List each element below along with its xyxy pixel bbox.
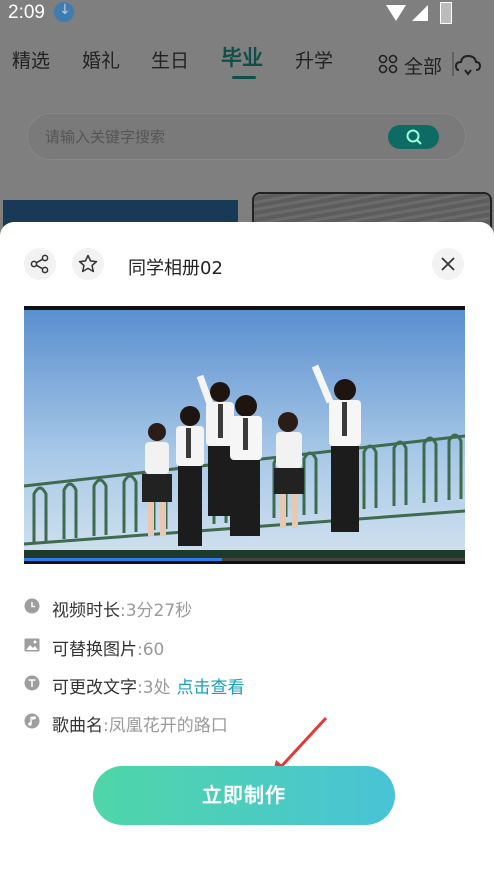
make-now-button[interactable]: 立即制作 bbox=[93, 766, 395, 825]
clock-icon bbox=[24, 598, 40, 614]
close-icon bbox=[441, 257, 455, 271]
template-detail-sheet: 同学相册02 视频时长:3分27秒 可替换图片:60 可更改文字:3处 点击查看… bbox=[0, 222, 494, 877]
photos-value: :60 bbox=[137, 640, 165, 660]
tab-graduation[interactable]: 毕业 bbox=[221, 42, 263, 72]
view-text-link[interactable]: 点击查看 bbox=[177, 678, 245, 698]
sheet-title: 同学相册02 bbox=[128, 258, 223, 279]
signal-icon bbox=[412, 5, 428, 21]
download-icon bbox=[54, 2, 74, 22]
search-bar[interactable]: 请输入关键字搜索 bbox=[27, 113, 466, 160]
all-categories-button[interactable]: 全部 bbox=[378, 50, 488, 78]
music-icon bbox=[24, 713, 40, 729]
favorite-button[interactable] bbox=[72, 248, 104, 280]
category-tabs: 精选 婚礼 生日 毕业 升学 全部 bbox=[0, 40, 494, 84]
system-icons bbox=[386, 2, 456, 24]
search-icon bbox=[406, 129, 422, 145]
all-label: 全部 bbox=[404, 56, 443, 78]
share-button[interactable] bbox=[24, 248, 56, 280]
song-label: 歌曲名 bbox=[52, 716, 103, 736]
duration-label: 视频时长 bbox=[52, 601, 120, 621]
graduation-photo bbox=[24, 306, 465, 560]
share-icon bbox=[30, 254, 49, 274]
duration-value: :3分27秒 bbox=[120, 601, 193, 621]
cloud-sync-icon[interactable] bbox=[452, 50, 482, 78]
wifi-icon bbox=[386, 5, 406, 21]
search-button[interactable] bbox=[388, 125, 439, 149]
image-icon bbox=[24, 638, 40, 652]
video-preview[interactable] bbox=[24, 306, 465, 564]
video-progress-bar[interactable] bbox=[24, 558, 465, 561]
tab-birthday[interactable]: 生日 bbox=[151, 46, 189, 73]
song-value: :凤凰花开的路口 bbox=[103, 716, 228, 736]
search-input[interactable]: 请输入关键字搜索 bbox=[45, 126, 165, 147]
active-tab-indicator bbox=[232, 76, 256, 79]
text-value: :3处 bbox=[137, 678, 171, 698]
video-progress-fill bbox=[24, 558, 223, 561]
text-label: 可更改文字 bbox=[52, 678, 137, 698]
battery-icon bbox=[440, 2, 452, 24]
status-time: 2:09 bbox=[8, 2, 45, 23]
close-button[interactable] bbox=[432, 248, 464, 280]
text-icon bbox=[24, 675, 40, 691]
photos-label: 可替换图片 bbox=[52, 640, 137, 660]
tab-wedding[interactable]: 婚礼 bbox=[82, 46, 120, 73]
star-icon bbox=[78, 254, 98, 273]
tab-school[interactable]: 升学 bbox=[295, 46, 333, 73]
grid-icon bbox=[378, 54, 398, 74]
status-bar: 2:09 bbox=[0, 0, 494, 26]
tab-featured[interactable]: 精选 bbox=[12, 46, 50, 73]
